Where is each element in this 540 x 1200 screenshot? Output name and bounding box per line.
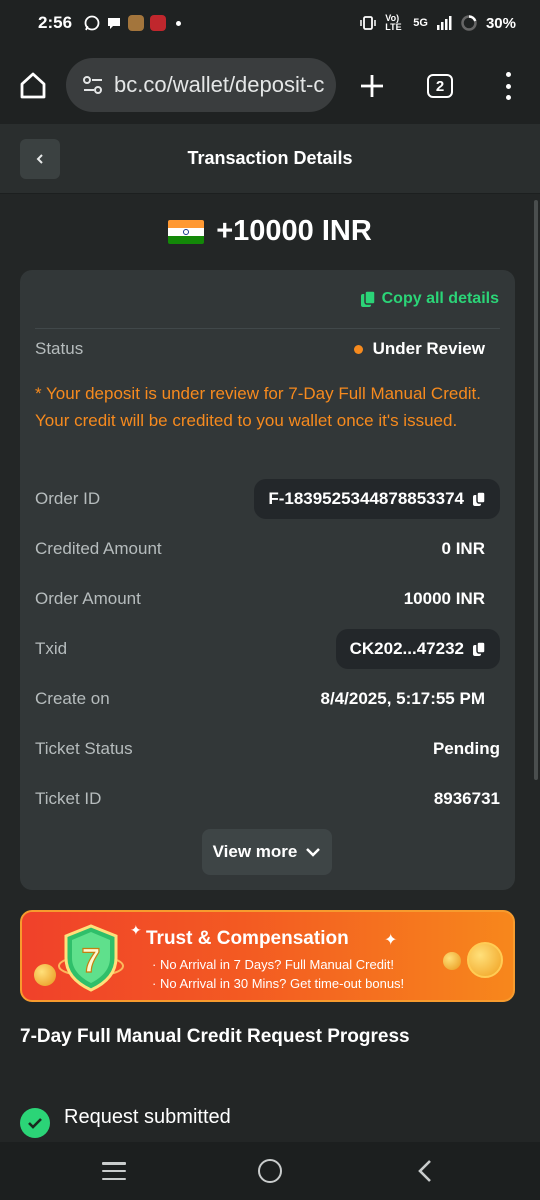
coin-icon xyxy=(34,964,56,986)
banner-line-2: · No Arrival in 30 Mins? Get time-out bo… xyxy=(152,976,405,991)
page-scrollbar[interactable] xyxy=(534,200,538,780)
badge-number: 7 xyxy=(82,942,101,980)
status-dot-icon xyxy=(353,344,363,354)
detail-row-ticket-id: Ticket ID 8936731 xyxy=(35,788,500,810)
ticket-status-label: Ticket Status xyxy=(35,739,133,758)
page-header: Transaction Details xyxy=(0,124,540,194)
banner-line-1: · No Arrival in 7 Days? Full Manual Cred… xyxy=(152,957,395,972)
browser-menu-icon[interactable] xyxy=(498,72,518,100)
status-badge: Under Review xyxy=(353,339,500,359)
divider xyxy=(35,328,500,329)
detail-row-order-amount: Order Amount 10000 INR xyxy=(35,588,500,610)
seven-day-shield-icon: 7 xyxy=(58,924,124,992)
copy-icon xyxy=(360,290,376,307)
coin-icon xyxy=(443,952,461,970)
detail-row-credited-amount: Credited Amount 0 INR xyxy=(35,538,500,560)
transaction-details-card: Copy all details Status Under Review * Y… xyxy=(20,270,515,890)
page-title: Transaction Details xyxy=(187,148,353,168)
txid-label: Txid xyxy=(35,639,68,658)
check-icon xyxy=(20,1108,50,1138)
chat-bubble-icon xyxy=(108,18,121,29)
detail-row-create-on: Create on 8/4/2025, 5:17:55 PM xyxy=(35,688,500,710)
detail-row-txid: Txid CK202...47232 xyxy=(35,629,500,669)
txid-copy-pill[interactable]: CK202...47232 xyxy=(335,629,500,669)
view-more-label: View more xyxy=(212,842,298,861)
india-flag-icon xyxy=(168,219,205,244)
more-notifications-dot xyxy=(176,20,182,26)
credited-amount-label: Credited Amount xyxy=(35,539,162,558)
progress-step: Request submitted xyxy=(20,1105,231,1138)
banner-title: Trust & Compensation xyxy=(146,928,349,949)
status-label: Status xyxy=(35,339,84,358)
clock: 2:56 xyxy=(38,13,73,32)
order-amount-value: 10000 INR xyxy=(403,589,485,608)
status-row: Status Under Review xyxy=(35,338,500,360)
vibrate-icon xyxy=(360,16,377,30)
create-on-label: Create on xyxy=(35,689,110,708)
create-on-value: 8/4/2025, 5:17:55 PM xyxy=(320,689,485,708)
order-id-label: Order ID xyxy=(35,489,101,508)
sparkle-icon: ✦ xyxy=(130,922,142,938)
copy-all-label[interactable]: Copy all details xyxy=(382,290,499,308)
site-settings-icon[interactable] xyxy=(82,75,104,95)
back-nav-icon[interactable] xyxy=(414,1158,436,1184)
app-notification-icon xyxy=(128,15,145,31)
copy-icon xyxy=(473,641,486,656)
ticket-id-label: Ticket ID xyxy=(35,789,102,808)
recent-apps-icon[interactable] xyxy=(102,1162,126,1180)
txid-value: CK202...47232 xyxy=(349,639,464,658)
browser-toolbar: bc.co/wallet/deposit-c 2 xyxy=(0,46,540,124)
home-icon[interactable] xyxy=(18,70,48,100)
review-note: * Your deposit is under review for 7-Day… xyxy=(35,384,481,430)
ticket-status-value: Pending xyxy=(432,739,500,758)
network-type: 5G xyxy=(413,17,428,29)
transaction-amount: +10000 INR xyxy=(0,215,540,248)
battery-percent: 30% xyxy=(485,14,516,32)
copy-all-details-button[interactable]: Copy all details xyxy=(360,290,499,308)
order-id-value: F-1839525344878853374 xyxy=(268,489,464,508)
url-bar[interactable]: bc.co/wallet/deposit-c xyxy=(66,58,336,112)
signal-icon xyxy=(436,16,452,30)
progress-section-title: 7-Day Full Manual Credit Request Progres… xyxy=(20,1026,410,1047)
new-tab-icon[interactable] xyxy=(358,72,386,100)
chevron-down-icon xyxy=(306,848,321,857)
detail-row-order-id: Order ID F-1839525344878853374 xyxy=(35,479,500,519)
whatsapp-icon xyxy=(84,15,100,31)
volte-indicator: Vo) LTE xyxy=(385,13,402,32)
credited-amount-value: 0 INR xyxy=(441,539,485,558)
view-more-button[interactable]: View more xyxy=(202,829,332,875)
order-amount-label: Order Amount xyxy=(35,589,141,608)
step-label: Request submitted xyxy=(64,1105,231,1128)
status-bar: 2:56 Vo) LTE 5G 30% xyxy=(0,0,540,46)
home-button-icon[interactable] xyxy=(258,1159,282,1183)
ticket-id-value: 8936731 xyxy=(433,789,500,808)
trust-compensation-banner[interactable]: 7 ✦ ✦ Trust & Compensation · No Arrival … xyxy=(20,910,515,1002)
order-id-copy-pill[interactable]: F-1839525344878853374 xyxy=(254,479,500,519)
system-nav-bar xyxy=(0,1142,540,1200)
notification-icons xyxy=(84,15,182,31)
copy-icon xyxy=(473,491,486,506)
rupee-coin-icon xyxy=(467,942,503,978)
battery-ring-icon xyxy=(461,15,477,31)
detail-row-ticket-status: Ticket Status Pending xyxy=(35,738,500,760)
sparkle-icon: ✦ xyxy=(384,932,398,949)
game-notification-icon xyxy=(150,15,167,31)
amount-value: +10000 INR xyxy=(216,215,372,247)
tab-switcher-button[interactable]: 2 xyxy=(427,74,453,98)
url-text[interactable]: bc.co/wallet/deposit-c xyxy=(114,72,324,98)
status-value: Under Review xyxy=(372,339,485,358)
